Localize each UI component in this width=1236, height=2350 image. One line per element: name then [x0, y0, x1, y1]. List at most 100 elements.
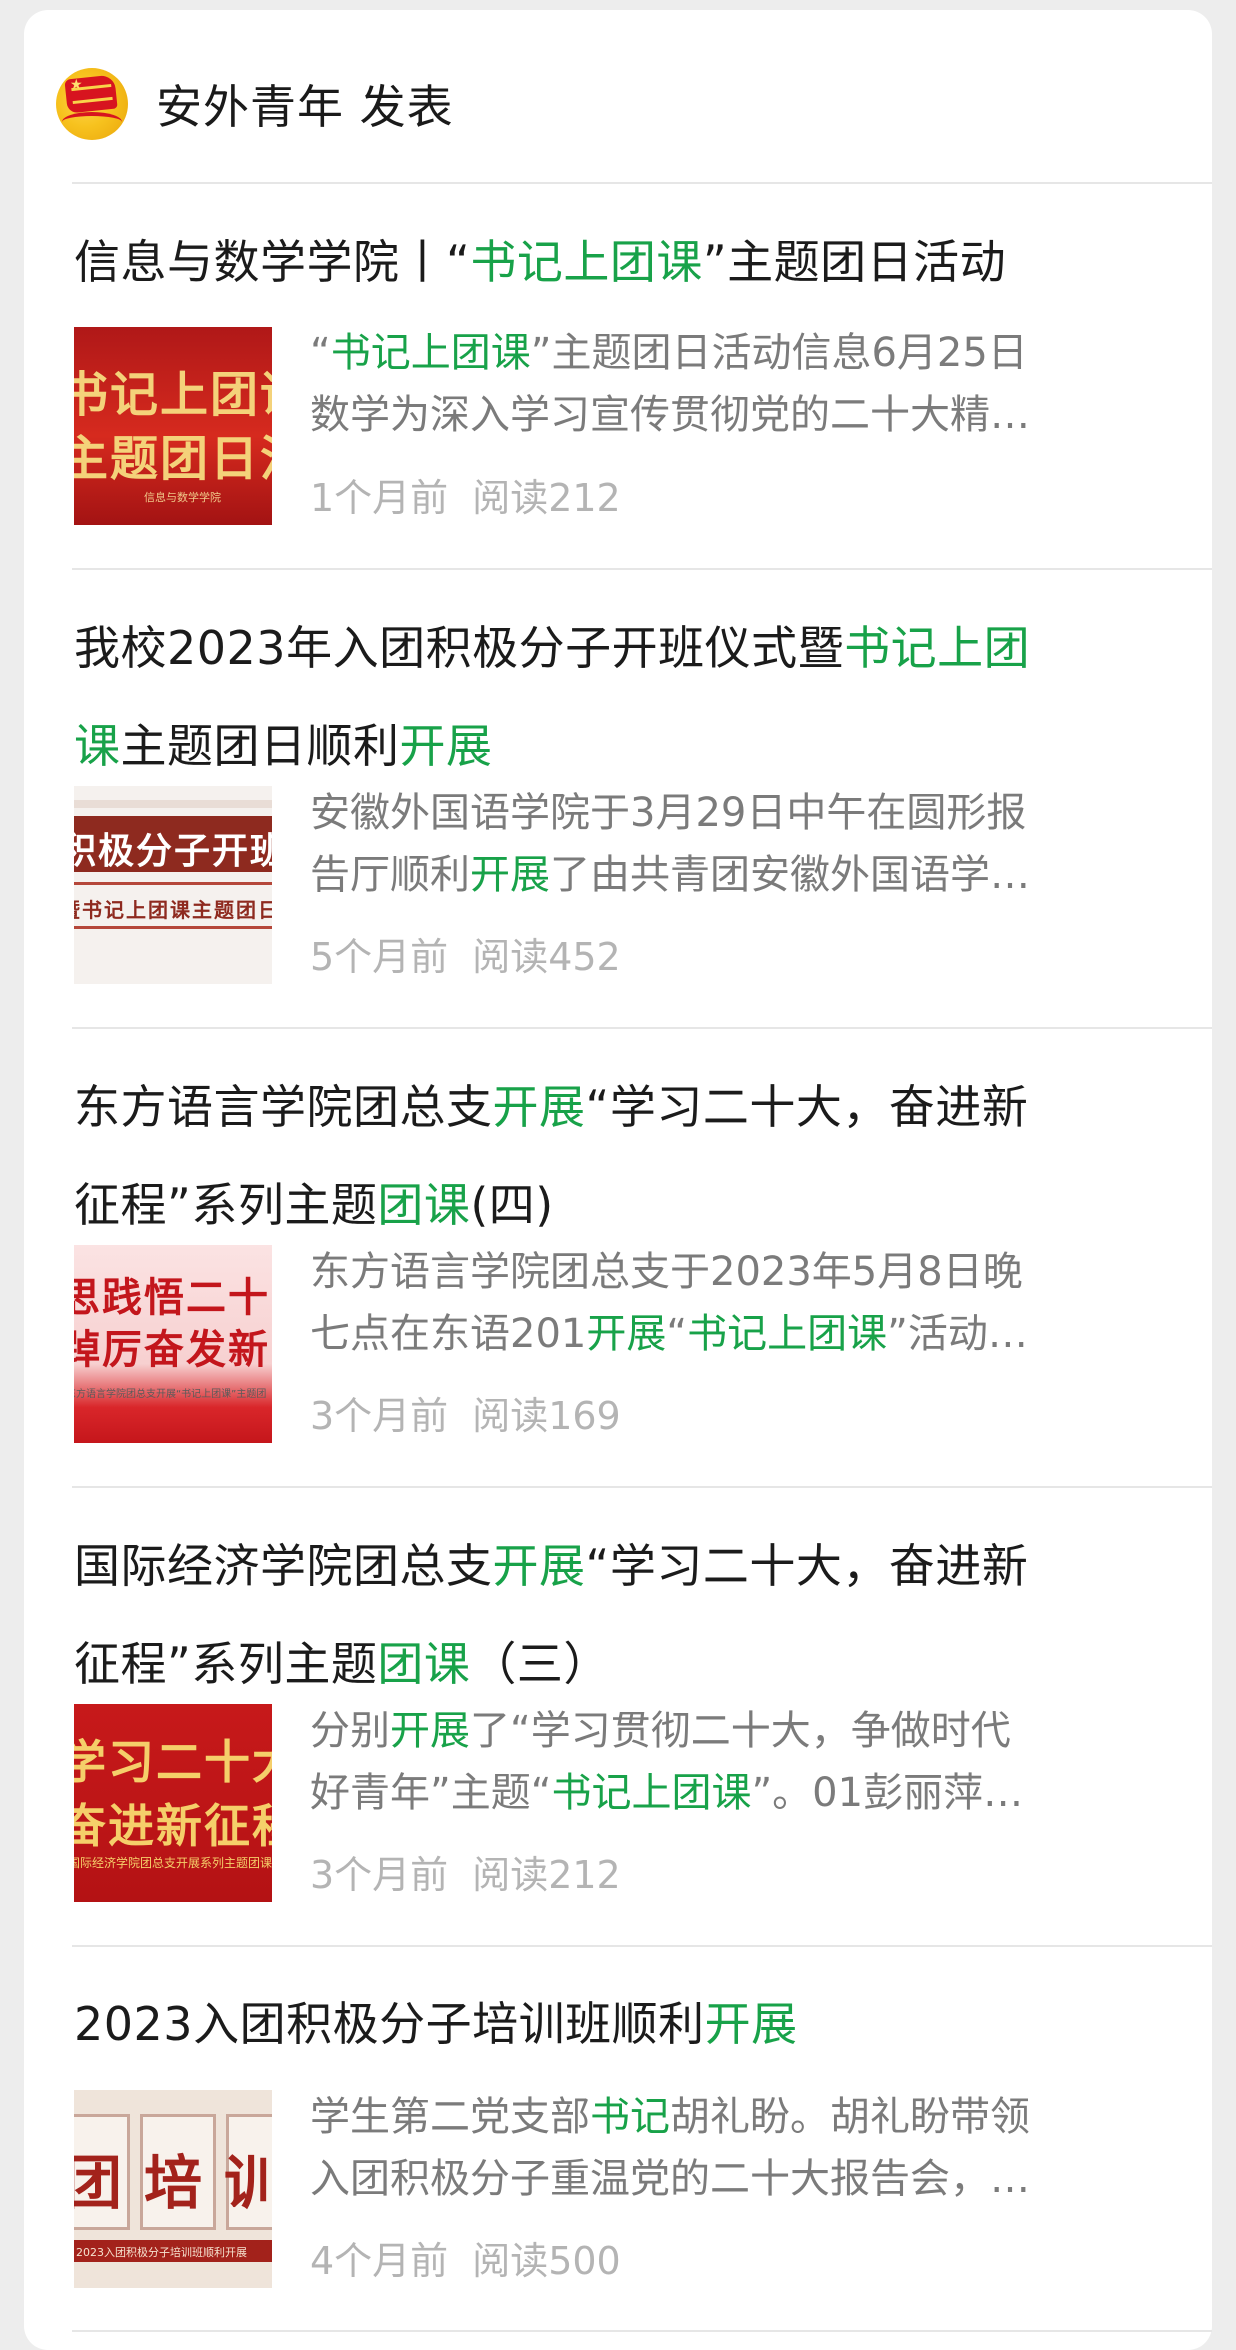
summary-line: 分别开展了“学习贯彻二十大，争做时代	[310, 1700, 1170, 1762]
text-segment: 2023入团积极分子培训班顺利	[74, 1997, 705, 2051]
text-segment: 信息与数学学院丨“	[74, 235, 471, 289]
thumbnail-text: 踔厉奋发新时	[74, 1326, 272, 1373]
article-meta: 5个月前 阅读452	[310, 933, 621, 981]
account-header[interactable]: ★ 安外青年 发表	[56, 64, 454, 144]
article-thumbnail[interactable]: 思践悟二十 踔厉奋发新时 东方语言学院团总支开展“书记上团课”主题团	[74, 1245, 272, 1443]
text-segment: 分别	[310, 1708, 390, 1754]
title-line: 2023入团积极分子培训班顺利开展	[74, 1996, 1174, 2052]
text-segment: “学习二十大，奋进新	[585, 1080, 1029, 1134]
text-segment: 了“学习贯彻二十大，争做时代	[470, 1708, 1011, 1754]
article-summary[interactable]: 学生第二党支部书记胡礼盼。胡礼盼带领入团积极分子重温党的二十大报告会，…	[310, 2086, 1170, 2210]
highlighted-keyword: 开展	[390, 1708, 470, 1754]
article-summary[interactable]: 安徽外国语学院于3月29日中午在圆形报 告厅顺利开展了由共青团安徽外国语学…	[310, 782, 1170, 906]
highlighted-keyword: 开展	[492, 1539, 586, 1593]
text-segment: 安徽外国语学院于3月29日中午在圆形报	[310, 790, 1027, 836]
article-thumbnail[interactable]: 团培训 2023入团积极分子培训班顺利开展	[74, 2090, 272, 2288]
article-summary[interactable]: “书记上团课”主题团日活动信息6月25日数学为深入学习宣传贯彻党的二十大精…	[310, 322, 1170, 446]
read-count: 阅读212	[472, 476, 621, 520]
summary-line: 东方语言学院团总支于2023年5月8日晚	[310, 1241, 1170, 1303]
divider	[72, 182, 1212, 184]
article-summary[interactable]: 东方语言学院团总支于2023年5月8日晚七点在东语201开展“书记上团课”活动…	[310, 1241, 1170, 1365]
divider	[72, 1027, 1212, 1029]
text-segment: ”。01彭丽萍…	[751, 1770, 1024, 1816]
highlighted-keyword: 课	[74, 719, 121, 773]
highlighted-keyword: 书记	[590, 2094, 670, 2140]
divider	[72, 568, 1212, 570]
thumbnail-text: 主题团日活动	[74, 431, 272, 487]
summary-line: 告厅顺利开展了由共青团安徽外国语学…	[310, 844, 1170, 906]
article-meta: 3个月前 阅读169	[310, 1392, 621, 1440]
article-title[interactable]: 国际经济学院团总支开展“学习二十大，奋进新 征程”系列主题团课（三）	[74, 1538, 1174, 1692]
read-count: 阅读169	[472, 1394, 621, 1438]
text-segment: ”活动…	[887, 1311, 1028, 1357]
publish-time: 3个月前	[310, 1394, 449, 1438]
title-line: 我校2023年入团积极分子开班仪式暨书记上团	[74, 620, 1174, 676]
read-count: 阅读500	[472, 2239, 621, 2283]
publish-time: 5个月前	[310, 935, 449, 979]
highlighted-keyword: 开展	[470, 852, 550, 898]
highlighted-keyword: 开展	[399, 719, 493, 773]
text-segment: 征程”系列主题	[74, 1178, 378, 1232]
article-thumbnail[interactable]: 学习二十大 奋进新征程 国际经济学院团总支开展系列主题团课	[74, 1704, 272, 1902]
summary-line: 数学为深入学习宣传贯彻党的二十大精…	[310, 384, 1170, 446]
article-title[interactable]: 我校2023年入团积极分子开班仪式暨书记上团 课主题团日顺利开展	[74, 620, 1174, 774]
text-segment: 东方语言学院团总支于2023年5月8日晚	[310, 1249, 1023, 1295]
text-segment: 学生第二党支部	[310, 2094, 590, 2140]
text-segment: (四)	[470, 1178, 554, 1232]
text-segment: 告厅顺利	[310, 852, 470, 898]
article-title[interactable]: 2023入团积极分子培训班顺利开展	[74, 1996, 1174, 2052]
title-line: 信息与数学学院丨“书记上团课”主题团日活动	[74, 234, 1174, 290]
text-segment: 东方语言学院团总支	[74, 1080, 493, 1134]
article-meta: 4个月前 阅读500	[310, 2237, 621, 2285]
text-segment: 我校2023年入团积极分子开班仪式暨	[74, 621, 845, 675]
publish-time: 4个月前	[310, 2239, 449, 2283]
thumbnail-text: 学习二十大	[74, 1735, 272, 1789]
article-meta: 3个月前 阅读212	[310, 1851, 621, 1899]
thumbnail-text: 积极分子开班	[74, 830, 272, 872]
thumbnail-caption: 2023入团积极分子培训班顺利开展	[76, 2246, 247, 2259]
summary-line: 好青年”主题“书记上团课”。01彭丽萍…	[310, 1762, 1170, 1824]
text-segment: 了由共青团安徽外国语学…	[550, 852, 1030, 898]
thumbnail-text: 团培训	[74, 2149, 272, 2217]
highlighted-keyword: 开展	[586, 1311, 667, 1357]
summary-line: 七点在东语201开展“书记上团课”活动…	[310, 1303, 1170, 1365]
publish-time: 3个月前	[310, 1853, 449, 1897]
article-thumbnail[interactable]: 书记上团课 主题团日活动 信息与数学学院	[74, 327, 272, 525]
text-segment: 数学为深入学习宣传贯彻党的二十大精…	[310, 392, 1030, 438]
divider	[72, 1486, 1212, 1488]
highlighted-keyword: 书记上团课	[687, 1311, 888, 1357]
thumbnail-caption: 国际经济学院团总支开展系列主题团课	[74, 1856, 272, 1870]
text-segment: 好青年”主题“	[310, 1770, 552, 1816]
highlighted-keyword: 开展	[492, 1080, 586, 1134]
article-title[interactable]: 东方语言学院团总支开展“学习二十大，奋进新征程”系列主题团课(四)	[74, 1079, 1174, 1233]
text-segment: 入团积极分子重温党的二十大报告会，…	[310, 2156, 1030, 2202]
text-segment: 胡礼盼。胡礼盼带领	[670, 2094, 1030, 2140]
read-count: 阅读212	[472, 1853, 621, 1897]
text-segment: 国际经济学院团总支	[74, 1539, 493, 1593]
highlighted-keyword: 书记上团课	[470, 235, 703, 289]
divider	[72, 1945, 1212, 1947]
account-avatar-icon[interactable]: ★	[56, 68, 128, 140]
thumbnail-text: 书记上团课	[74, 367, 272, 423]
thumbnail-text: 奋进新征程	[74, 1799, 272, 1853]
thumbnail-caption: 东方语言学院团总支开展“书记上团课”主题团	[74, 1389, 267, 1400]
article-title[interactable]: 信息与数学学院丨“书记上团课”主题团日活动	[74, 234, 1174, 290]
text-segment: 主题团日顺利	[120, 719, 400, 773]
article-thumbnail[interactable]: 积极分子开班 暨书记上团课主题团日	[74, 786, 272, 984]
article-summary[interactable]: 分别开展了“学习贯彻二十大，争做时代 好青年”主题“书记上团课”。01彭丽萍…	[310, 1700, 1170, 1824]
title-line: 征程”系列主题团课(四)	[74, 1177, 1174, 1233]
text-segment: “	[666, 1311, 688, 1357]
highlighted-keyword: 书记上团	[844, 621, 1031, 675]
read-count: 阅读452	[472, 935, 621, 979]
thumbnail-text: 暨书记上团课主题团日	[74, 898, 272, 922]
highlighted-keyword: 书记上团课	[330, 330, 531, 376]
summary-line: “书记上团课”主题团日活动信息6月25日	[310, 322, 1170, 384]
account-name[interactable]: 安外青年 发表	[156, 71, 454, 137]
summary-line: 学生第二党支部书记胡礼盼。胡礼盼带领	[310, 2086, 1170, 2148]
thumbnail-text: 思践悟二十	[74, 1274, 270, 1321]
text-segment: ”主题团日活动信息6月25日	[530, 330, 1028, 376]
divider	[72, 2330, 1212, 2332]
text-segment: 征程”系列主题	[74, 1637, 378, 1691]
article-meta: 1个月前 阅读212	[310, 474, 621, 522]
text-segment: （三）	[470, 1637, 610, 1691]
